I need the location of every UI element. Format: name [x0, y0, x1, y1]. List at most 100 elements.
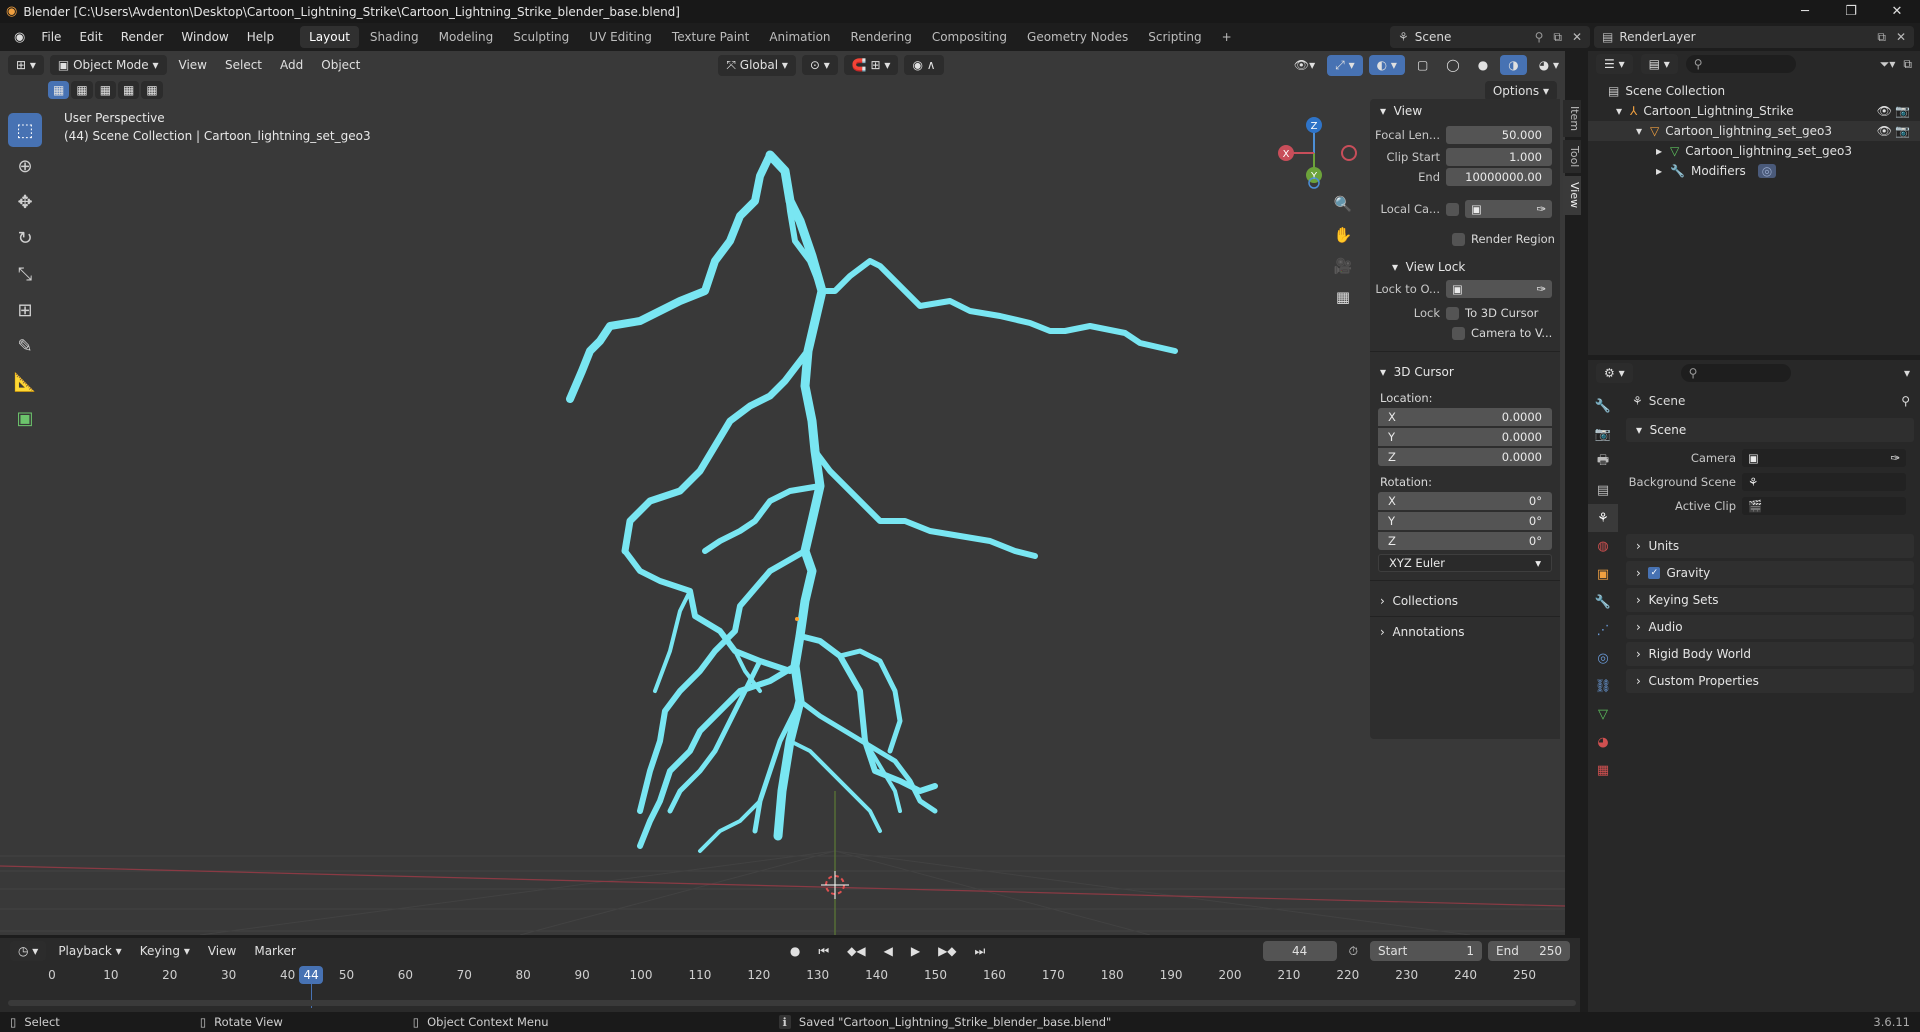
display-mode-icon[interactable]: ▤ ▾: [1640, 54, 1678, 74]
transform-orientation-dropdown[interactable]: ⤧ Global ▾: [718, 54, 796, 76]
cursor-location-y[interactable]: Y 0.0000: [1378, 428, 1552, 446]
outliner-row-scene-collection[interactable]: ▤ Scene Collection: [1588, 81, 1920, 101]
menu-edit[interactable]: Edit: [71, 27, 110, 47]
menu-window[interactable]: Window: [173, 27, 236, 47]
visibility-icon[interactable]: 👁▾: [1288, 55, 1321, 75]
chevron-down-icon-2[interactable]: ▾: [1904, 366, 1920, 380]
orientation-gizmo[interactable]: Z Y X: [1270, 113, 1366, 193]
mode-selector[interactable]: ▣ Object Mode ▾: [49, 55, 167, 75]
properties-editor-type-icon[interactable]: ⚙ ▾: [1596, 363, 1633, 383]
lightning-mesh[interactable]: [566, 150, 1178, 853]
workspace-tab-shading[interactable]: Shading: [361, 26, 428, 48]
select-invert-icon[interactable]: ▦: [118, 81, 140, 99]
playhead[interactable]: 44: [299, 966, 324, 984]
render-region-checkbox[interactable]: [1452, 232, 1465, 246]
outliner-row-collection[interactable]: ▾ ⅄ Cartoon_Lightning_Strike 👁 📷: [1588, 101, 1920, 121]
data-props-icon[interactable]: ▽: [1588, 700, 1618, 728]
render-camera-icon[interactable]: 📷: [1895, 104, 1910, 118]
xray-icon[interactable]: ▢: [1411, 55, 1434, 75]
tab-tool[interactable]: Tool: [1563, 140, 1581, 174]
menu-help[interactable]: Help: [239, 27, 282, 47]
eyedropper-icon[interactable]: ✑: [1536, 202, 1546, 216]
gizmo-toggle-icon[interactable]: ⤢ ▾: [1327, 54, 1363, 76]
tool-props-icon[interactable]: 🔧: [1588, 392, 1618, 420]
render-props-icon[interactable]: 📷: [1588, 420, 1618, 448]
select-new-icon[interactable]: ▦: [48, 81, 70, 99]
prev-keyframe-icon[interactable]: ◆◀: [841, 941, 871, 961]
to-3d-cursor-checkbox[interactable]: [1446, 306, 1459, 320]
cursor-rotation-z[interactable]: Z 0°: [1378, 532, 1552, 550]
pin-icon[interactable]: ⚲: [1535, 30, 1548, 44]
minimize-icon[interactable]: ─: [1782, 0, 1828, 23]
visibility-eye-icon[interactable]: 👁: [1877, 104, 1892, 118]
workspace-tab-rendering[interactable]: Rendering: [842, 26, 921, 48]
background-scene-field[interactable]: ⚘: [1742, 473, 1906, 491]
active-clip-field[interactable]: 🎬: [1742, 497, 1906, 515]
particles-props-icon[interactable]: ⋰: [1588, 616, 1618, 644]
timeline-editor-type-icon[interactable]: ◷ ▾: [10, 941, 47, 961]
3d-cursor-panel-header[interactable]: ▾ 3D Cursor: [1370, 360, 1560, 384]
visibility-eye-icon-2[interactable]: 👁: [1877, 124, 1892, 138]
gravity-section[interactable]: › ✓ Gravity: [1626, 561, 1914, 585]
cursor-rotation-x[interactable]: X 0°: [1378, 492, 1552, 510]
workspace-tab-texture-paint[interactable]: Texture Paint: [663, 26, 758, 48]
delete-view-layer-icon[interactable]: ✕: [1896, 30, 1914, 44]
add-cube-tool-icon[interactable]: ▣: [8, 401, 42, 435]
eyedropper-icon-2[interactable]: ✑: [1536, 282, 1546, 296]
timeline-view-menu[interactable]: View: [202, 941, 242, 961]
object-props-icon[interactable]: ▣: [1588, 560, 1618, 588]
workspace-tab-sculpting[interactable]: Sculpting: [504, 26, 578, 48]
material-props-icon[interactable]: ◕: [1588, 728, 1618, 756]
workspace-tab-uv-editing[interactable]: UV Editing: [580, 26, 661, 48]
texture-props-icon[interactable]: ▦: [1588, 756, 1618, 784]
audio-section[interactable]: › Audio: [1626, 615, 1914, 639]
modifier-props-icon[interactable]: 🔧: [1588, 588, 1618, 616]
jump-start-icon[interactable]: ⏮: [812, 941, 835, 962]
viewport-menu-add[interactable]: Add: [274, 55, 309, 75]
play-icon[interactable]: ▶: [905, 941, 926, 961]
3d-cursor-icon[interactable]: [821, 871, 849, 899]
viewport-menu-select[interactable]: Select: [219, 55, 268, 75]
shading-solid-icon[interactable]: ●: [1472, 55, 1494, 75]
rotate-tool-icon[interactable]: ↻: [8, 221, 42, 255]
outliner-row-modifiers[interactable]: ▸ 🔧 Modifiers ◎: [1588, 161, 1920, 181]
workspace-tab-layout[interactable]: Layout: [300, 26, 359, 48]
new-view-layer-icon[interactable]: ⧉: [1877, 30, 1890, 45]
workspace-tab-compositing[interactable]: Compositing: [923, 26, 1016, 48]
pin-icon-2[interactable]: ⚲: [1901, 394, 1916, 408]
scale-tool-icon[interactable]: ⤡: [8, 257, 42, 291]
shading-rendered-icon[interactable]: ◕ ▾: [1533, 55, 1565, 75]
view-panel-header[interactable]: ▾ View: [1370, 99, 1560, 123]
clip-start-field[interactable]: 1.000: [1446, 148, 1552, 166]
pan-hand-icon[interactable]: ✋: [1330, 222, 1356, 248]
local-camera-field[interactable]: ▣ ✑: [1465, 200, 1552, 218]
expand-chevron-icon-2[interactable]: ▾: [1636, 124, 1642, 138]
scene-props-icon[interactable]: ⚘: [1588, 504, 1618, 532]
render-camera-icon-2[interactable]: 📷: [1895, 124, 1910, 138]
constraints-props-icon[interactable]: ⛓: [1588, 672, 1618, 700]
view-layer-selector[interactable]: ▤ RenderLayer ⧉ ✕: [1594, 26, 1914, 48]
workspace-tab-animation[interactable]: Animation: [760, 26, 839, 48]
cursor-location-z[interactable]: Z 0.0000: [1378, 448, 1552, 466]
zoom-icon[interactable]: 🔍: [1330, 191, 1356, 217]
lock-to-object-field[interactable]: ▣ ✑: [1446, 280, 1552, 298]
camera-to-view-checkbox[interactable]: [1452, 326, 1465, 340]
current-frame-field[interactable]: 44: [1262, 941, 1337, 961]
gizmo-neg-x-icon[interactable]: [1341, 145, 1357, 161]
cursor-location-x[interactable]: X 0.0000: [1378, 408, 1552, 426]
next-keyframe-icon[interactable]: ▶◆: [932, 941, 962, 961]
frame-ruler[interactable]: 0 10 20 30 40 50 60 70 80 90 100 110 120 130 140 150 160…: [0, 966, 1580, 1008]
jump-end-icon[interactable]: ⏭: [969, 941, 992, 962]
expand-chevron-icon-3[interactable]: ▸: [1656, 144, 1662, 158]
scene-panel-header[interactable]: ▾ Scene: [1626, 418, 1914, 442]
shading-material-icon[interactable]: ◑: [1500, 55, 1527, 75]
keying-menu[interactable]: Keying ▾: [134, 941, 196, 961]
world-props-icon[interactable]: ◍: [1588, 532, 1618, 560]
camera-field[interactable]: ▣ ✑: [1742, 449, 1906, 467]
overlay-toggle-icon[interactable]: ◐ ▾: [1368, 55, 1405, 75]
pivot-point-dropdown[interactable]: ⊙ ▾: [801, 55, 838, 75]
auto-keying-icon[interactable]: ●: [784, 941, 806, 961]
output-props-icon[interactable]: 🖶: [1588, 448, 1618, 476]
custom-properties-section[interactable]: › Custom Properties: [1626, 669, 1914, 693]
cursor-tool-icon[interactable]: ⊕: [8, 149, 42, 183]
